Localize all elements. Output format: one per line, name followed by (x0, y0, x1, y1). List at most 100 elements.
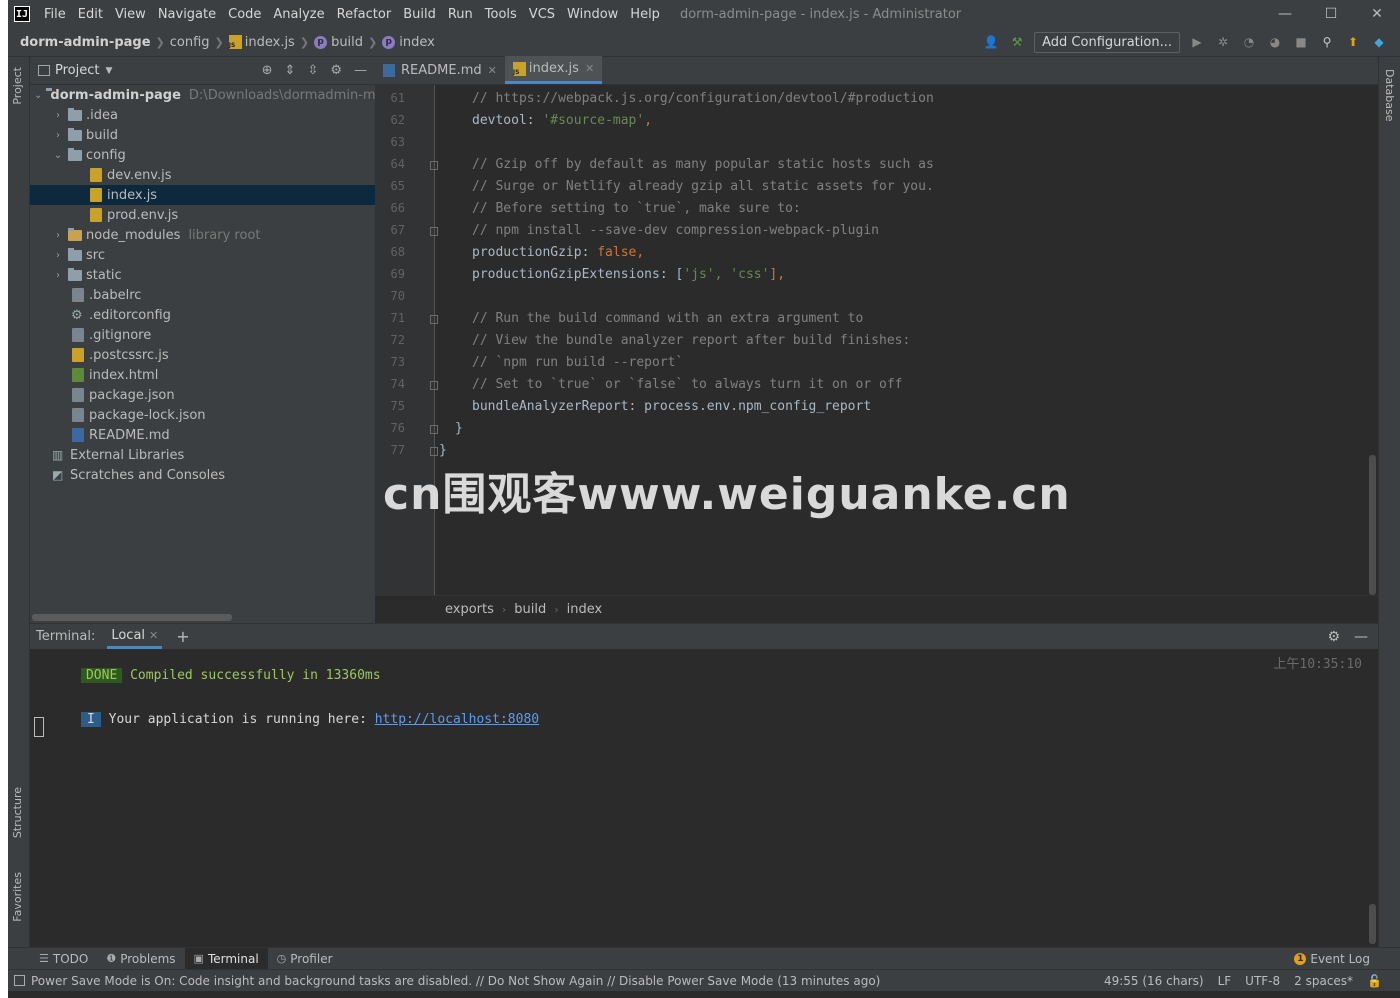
fold-marker-icon[interactable] (430, 161, 438, 170)
tree-row-readme[interactable]: README.md (30, 425, 375, 445)
hide-icon[interactable]: — (354, 63, 367, 78)
localhost-link[interactable]: http://localhost:8080 (375, 712, 539, 727)
user-icon[interactable]: 👤 (982, 33, 1000, 51)
tree-row-config[interactable]: ⌄ config (30, 145, 375, 165)
stop-icon[interactable]: ■ (1292, 33, 1310, 51)
update-icon[interactable]: ⬆ (1344, 33, 1362, 51)
fold-marker-icon[interactable] (430, 315, 438, 324)
add-configuration-button[interactable]: Add Configuration... (1034, 31, 1180, 53)
menu-analyze[interactable]: Analyze (267, 7, 330, 22)
jetbrains-icon[interactable]: ◆ (1370, 33, 1388, 51)
todo-tool-button[interactable]: ☰ TODO (30, 948, 97, 970)
tree-row-node-modules[interactable]: › node_modules library root (30, 225, 375, 245)
project-view-selector[interactable]: Project (55, 63, 99, 78)
hammer-icon[interactable]: ⚒ (1008, 33, 1026, 51)
fold-marker-icon[interactable] (430, 425, 438, 434)
gear-icon[interactable]: ⚙ (1327, 629, 1340, 645)
menu-vcs[interactable]: VCS (523, 7, 561, 22)
status-window-icon[interactable] (14, 975, 25, 986)
line-separator[interactable]: LF (1218, 974, 1232, 988)
close-icon[interactable]: ✕ (488, 64, 497, 77)
tree-row-idea[interactable]: › .idea (30, 105, 375, 125)
nav-crumb-project[interactable]: dorm-admin-page (20, 35, 151, 50)
power-save-message[interactable]: Power Save Mode is On: Code insight and … (31, 974, 880, 988)
tree-row-postcssrc[interactable]: .postcssrc.js (30, 345, 375, 365)
project-tool-tab[interactable]: Project (11, 67, 24, 105)
nav-crumb-index[interactable]: p index (382, 35, 435, 50)
indent-setting[interactable]: 2 spaces* (1294, 974, 1353, 988)
database-tool-tab[interactable]: Database (1383, 69, 1396, 122)
event-log-button[interactable]: 1 Event Log (1294, 952, 1370, 966)
tree-row-package-json[interactable]: package.json (30, 385, 375, 405)
tree-row-src[interactable]: › src (30, 245, 375, 265)
tree-row-editorconfig[interactable]: ⚙ .editorconfig (30, 305, 375, 325)
close-icon[interactable]: ✕ (585, 62, 594, 75)
nav-crumb-file[interactable]: index.js (228, 35, 295, 50)
terminal-tool-button[interactable]: ▣ Terminal (184, 947, 268, 970)
project-horizontal-scrollbar[interactable] (32, 614, 232, 621)
menu-navigate[interactable]: Navigate (152, 7, 222, 22)
chevron-right-icon[interactable]: › (52, 130, 64, 141)
chevron-down-icon[interactable]: ⌄ (52, 150, 64, 161)
tree-row-gitignore[interactable]: .gitignore (30, 325, 375, 345)
close-icon[interactable]: ✕ (149, 629, 158, 642)
chevron-down-icon[interactable]: ⌄ (34, 90, 42, 101)
tree-row-package-lock[interactable]: package-lock.json (30, 405, 375, 425)
fold-marker-icon[interactable] (430, 447, 438, 456)
menu-code[interactable]: Code (222, 7, 267, 22)
tree-row-root[interactable]: ⌄ dorm-admin-page D:\Downloads\dormadmin… (30, 85, 375, 105)
caret-position[interactable]: 49:55 (16 chars) (1104, 974, 1204, 988)
favorites-tool-tab[interactable]: Favorites (11, 872, 24, 922)
tab-readme[interactable]: README.md ✕ (375, 56, 505, 84)
editor-crumb-index[interactable]: index (567, 602, 603, 617)
terminal-cursor[interactable] (34, 717, 44, 737)
new-terminal-plus-icon[interactable]: + (176, 627, 189, 646)
problems-tool-button[interactable]: ❶ Problems (97, 948, 184, 970)
nav-crumb-config[interactable]: config (170, 35, 210, 50)
tree-row-babelrc[interactable]: .babelrc (30, 285, 375, 305)
nav-crumb-build[interactable]: p build (314, 35, 363, 50)
menu-refactor[interactable]: Refactor (331, 7, 398, 22)
chevron-right-icon[interactable]: › (52, 250, 64, 261)
close-button[interactable]: ✕ (1354, 6, 1400, 22)
tree-row-dev-env[interactable]: dev.env.js (30, 165, 375, 185)
expand-all-icon[interactable]: ⇕ (285, 63, 296, 78)
tree-row-index-html[interactable]: index.html (30, 365, 375, 385)
code-area[interactable]: 61 // https://webpack.js.org/configuratio… (375, 85, 1378, 595)
menu-window[interactable]: Window (561, 7, 624, 22)
terminal-vertical-scrollbar[interactable] (1369, 904, 1376, 944)
editor-crumb-build[interactable]: build (514, 602, 546, 617)
terminal-tab-local[interactable]: Local ✕ (107, 624, 163, 649)
menu-run[interactable]: Run (442, 7, 479, 22)
menu-edit[interactable]: Edit (72, 7, 109, 22)
menu-view[interactable]: View (109, 7, 152, 22)
file-encoding[interactable]: UTF-8 (1245, 974, 1280, 988)
structure-tool-tab[interactable]: Structure (11, 787, 24, 838)
tree-row-prod-env[interactable]: prod.env.js (30, 205, 375, 225)
locate-icon[interactable]: ⊕ (262, 63, 273, 78)
menu-tools[interactable]: Tools (479, 7, 523, 22)
debug-icon[interactable]: ✲ (1214, 33, 1232, 51)
tree-row-static[interactable]: › static (30, 265, 375, 285)
menu-help[interactable]: Help (624, 7, 666, 22)
profiler-tool-button[interactable]: ◷ Profiler (268, 948, 342, 970)
chevron-down-icon[interactable]: ▼ (105, 66, 112, 76)
gear-icon[interactable]: ⚙ (330, 63, 342, 78)
chevron-right-icon[interactable]: › (52, 110, 64, 121)
tree-row-external-libraries[interactable]: ▥ External Libraries (30, 445, 375, 465)
menu-file[interactable]: File (38, 7, 72, 22)
coverage-icon[interactable]: ◔ (1240, 33, 1258, 51)
run-icon[interactable]: ▶ (1188, 33, 1206, 51)
profile-icon[interactable]: ◕ (1266, 33, 1284, 51)
fold-marker-icon[interactable] (430, 381, 438, 390)
tree-row-build[interactable]: › build (30, 125, 375, 145)
chevron-right-icon[interactable]: › (52, 270, 64, 281)
tree-row-index-js[interactable]: index.js (30, 185, 375, 205)
fold-marker-icon[interactable] (430, 227, 438, 236)
search-icon[interactable]: ⚲ (1318, 33, 1336, 51)
menu-build[interactable]: Build (397, 7, 442, 22)
editor-crumb-exports[interactable]: exports (445, 602, 494, 617)
chevron-right-icon[interactable]: › (52, 230, 64, 241)
maximize-button[interactable]: ☐ (1308, 6, 1354, 22)
lock-icon[interactable]: 🔓 (1367, 974, 1382, 988)
